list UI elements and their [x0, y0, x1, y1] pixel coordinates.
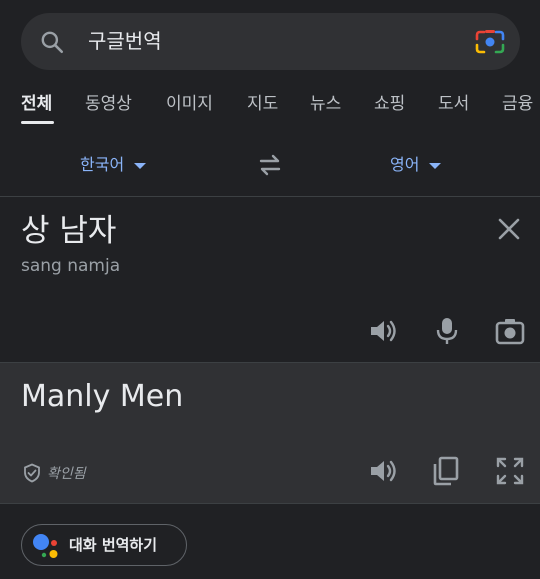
conversation-translate-label: 대화 번역하기 — [69, 536, 158, 554]
close-icon[interactable] — [496, 216, 522, 242]
tab-news[interactable]: 뉴스 — [310, 93, 341, 115]
verified-label: 확인됨 — [47, 466, 86, 482]
speaker-icon[interactable] — [367, 315, 399, 347]
source-language-select[interactable]: 한국어 — [80, 154, 147, 176]
search-bar[interactable]: 구글번역 — [21, 13, 520, 70]
translated-text: Manly Men — [21, 379, 184, 414]
search-icon[interactable] — [39, 29, 65, 55]
chevron-down-icon — [429, 162, 442, 169]
tab-books[interactable]: 도서 — [438, 93, 469, 115]
fullscreen-icon[interactable] — [494, 455, 526, 487]
active-tab-indicator — [21, 121, 54, 124]
swap-languages-icon[interactable] — [255, 150, 285, 180]
shield-check-icon — [24, 463, 40, 483]
copy-icon[interactable] — [430, 455, 462, 487]
divider — [0, 503, 540, 504]
source-text[interactable]: 상 남자 — [21, 211, 116, 251]
microphone-icon[interactable] — [431, 315, 463, 347]
tab-shopping[interactable]: 쇼핑 — [374, 93, 405, 115]
target-language-label: 영어 — [390, 155, 420, 174]
speaker-icon[interactable] — [367, 455, 399, 487]
chevron-down-icon — [134, 162, 147, 169]
romanization-text: sang namja — [21, 256, 121, 276]
tab-videos[interactable]: 동영상 — [85, 93, 132, 115]
tab-finance[interactable]: 금융 — [502, 93, 533, 115]
tab-images[interactable]: 이미지 — [166, 93, 213, 115]
conversation-translate-button[interactable]: 대화 번역하기 — [21, 524, 187, 566]
search-tabs: 전체 동영상 이미지 지도 뉴스 쇼핑 도서 금융 — [0, 88, 540, 128]
camera-icon[interactable] — [494, 315, 526, 347]
tab-all[interactable]: 전체 — [21, 93, 52, 115]
translation-panel: Manly Men 확인됨 — [0, 363, 540, 503]
search-query[interactable]: 구글번역 — [88, 28, 162, 54]
google-lens-icon[interactable] — [475, 28, 505, 56]
tab-maps[interactable]: 지도 — [247, 93, 278, 115]
source-panel: 상 남자 sang namja — [0, 197, 540, 362]
source-language-label: 한국어 — [80, 155, 125, 174]
google-assistant-icon — [33, 534, 58, 558]
target-language-select[interactable]: 영어 — [390, 154, 442, 176]
language-bar: 한국어 영어 — [0, 140, 540, 196]
